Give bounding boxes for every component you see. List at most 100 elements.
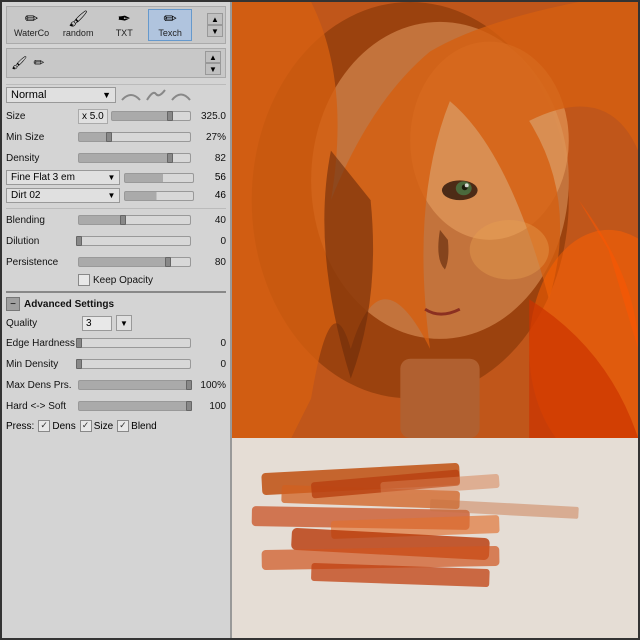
density-row: Density 82: [6, 149, 226, 167]
quality-input[interactable]: [82, 316, 112, 331]
press-row: Press: ✓ Dens ✓ Size ✓ Blend: [6, 420, 226, 432]
edge-hardness-slider-area: 0: [78, 338, 226, 349]
scroll-up-button[interactable]: ▲: [207, 13, 223, 25]
max-dens-row: Max Dens Prs. 100%: [6, 376, 226, 394]
dirt-slider[interactable]: [124, 191, 194, 201]
sub-row-scroll[interactable]: ▲ ▼: [205, 51, 221, 75]
min-density-slider[interactable]: [78, 359, 191, 369]
separator-2: [6, 208, 226, 209]
brush-strokes-area: [232, 438, 638, 638]
press-size-checkbox[interactable]: ✓: [80, 420, 92, 432]
edge-hardness-slider[interactable]: [78, 338, 191, 348]
portrait-artwork: [232, 2, 638, 438]
brush-settings-panel: ✏ WaterCo 🖌 random ✒ TXT ✏ Texch ▲ ▼ 🖌: [2, 2, 232, 638]
collapse-button[interactable]: −: [6, 297, 20, 311]
blending-row: Blending 40: [6, 211, 226, 229]
hard-soft-slider[interactable]: [78, 401, 191, 411]
max-dens-slider[interactable]: [78, 380, 191, 390]
blending-slider-area: 40: [78, 215, 226, 226]
preset-waterco[interactable]: ✏ WaterCo: [9, 9, 54, 41]
min-size-row: Min Size 27%: [6, 128, 226, 146]
sub-scroll-down[interactable]: ▼: [205, 63, 221, 75]
persistence-label: Persistence: [6, 257, 78, 268]
shape-1: [120, 88, 142, 102]
max-dens-value: 100%: [194, 380, 226, 391]
brush-sub-row: 🖌 ✏ ▲ ▼: [6, 48, 226, 78]
fine-flat-label: Fine Flat 3 em: [11, 172, 75, 183]
min-density-label: Min Density: [6, 359, 78, 370]
fine-flat-slider[interactable]: [124, 173, 194, 183]
scroll-down-button[interactable]: ▼: [207, 25, 223, 37]
persistence-slider[interactable]: [78, 257, 191, 267]
density-slider[interactable]: [78, 153, 191, 163]
waterco-icon: ✏: [25, 12, 38, 28]
advanced-settings-header: − Advanced Settings: [6, 297, 226, 311]
preset-texch[interactable]: ✏ Texch: [148, 9, 192, 41]
preset-texch-label: Texch: [158, 28, 182, 38]
quality-dropdown[interactable]: ▼: [116, 315, 132, 331]
min-density-slider-area: 0: [78, 359, 226, 370]
dilution-row: Dilution 0: [6, 232, 226, 250]
press-blend-checkbox[interactable]: ✓: [117, 420, 129, 432]
persistence-slider-area: 80: [78, 257, 226, 268]
max-dens-label: Max Dens Prs.: [6, 380, 78, 391]
press-blend-item[interactable]: ✓ Blend: [117, 420, 157, 432]
preset-random[interactable]: 🖌 random: [56, 9, 100, 41]
size-slider[interactable]: [111, 111, 191, 121]
size-slider-area: x 5.0 325.0: [78, 109, 226, 124]
press-size-label: Size: [94, 421, 113, 432]
preset-scroll[interactable]: ▲ ▼: [207, 13, 223, 37]
dilution-value: 0: [194, 236, 226, 247]
blend-mode-dropdown[interactable]: Normal ▼: [6, 87, 116, 103]
min-size-slider[interactable]: [78, 132, 191, 142]
brush-mini-2[interactable]: ✏: [34, 55, 45, 71]
persistence-value: 80: [194, 257, 226, 268]
preset-txt[interactable]: ✒ TXT: [102, 9, 146, 41]
fine-flat-caret: ▼: [107, 173, 115, 182]
press-dens-checkbox[interactable]: ✓: [38, 420, 50, 432]
press-dens-item[interactable]: ✓ Dens: [38, 420, 75, 432]
density-value: 82: [194, 153, 226, 164]
dilution-slider[interactable]: [78, 236, 191, 246]
density-slider-area: 82: [78, 153, 226, 164]
quality-row: Quality ▼: [6, 315, 226, 331]
brush-mini-1[interactable]: 🖌: [11, 55, 28, 71]
dirt-value: 46: [198, 190, 226, 201]
shape-2: [145, 88, 167, 102]
dirt-dropdown[interactable]: Dirt 02 ▼: [6, 188, 120, 203]
min-density-row: Min Density 0: [6, 355, 226, 373]
press-size-item[interactable]: ✓ Size: [80, 420, 113, 432]
dirt-caret: ▼: [107, 191, 115, 200]
blending-label: Blending: [6, 215, 78, 226]
fine-flat-dropdown[interactable]: Fine Flat 3 em ▼: [6, 170, 120, 185]
size-label: Size: [6, 111, 78, 122]
sub-scroll-up[interactable]: ▲: [205, 51, 221, 63]
texch-icon: ✏: [163, 12, 176, 28]
max-dens-slider-area: 100%: [78, 380, 226, 391]
preset-waterco-label: WaterCo: [14, 28, 49, 38]
press-blend-label: Blend: [131, 421, 157, 432]
edge-hardness-row: Edge Hardness 0: [6, 334, 226, 352]
hard-soft-slider-area: 100: [78, 401, 226, 412]
edge-hardness-label: Edge Hardness: [6, 338, 78, 349]
fine-flat-row: Fine Flat 3 em ▼ 56: [6, 170, 226, 185]
keep-opacity-label[interactable]: Keep Opacity: [78, 274, 153, 286]
blend-mode-caret: ▼: [102, 90, 111, 100]
advanced-title: Advanced Settings: [24, 299, 114, 310]
size-value: 325.0: [194, 111, 226, 122]
blending-slider[interactable]: [78, 215, 191, 225]
right-panel: [232, 2, 638, 638]
size-multiplier[interactable]: x 5.0: [78, 109, 108, 124]
press-dens-label: Dens: [52, 421, 75, 432]
keep-opacity-checkbox[interactable]: [78, 274, 90, 286]
min-size-slider-area: 27%: [78, 132, 226, 143]
portrait-svg: [232, 2, 638, 438]
app-window: ✏ WaterCo 🖌 random ✒ TXT ✏ Texch ▲ ▼ 🖌: [0, 0, 640, 640]
dirt-label: Dirt 02: [11, 190, 40, 201]
dilution-label: Dilution: [6, 236, 78, 247]
hard-soft-row: Hard <-> Soft 100: [6, 397, 226, 415]
separator-1: [6, 84, 226, 85]
shape-3: [170, 88, 192, 102]
min-size-label: Min Size: [6, 132, 78, 143]
brush-strokes-svg: [232, 438, 638, 638]
